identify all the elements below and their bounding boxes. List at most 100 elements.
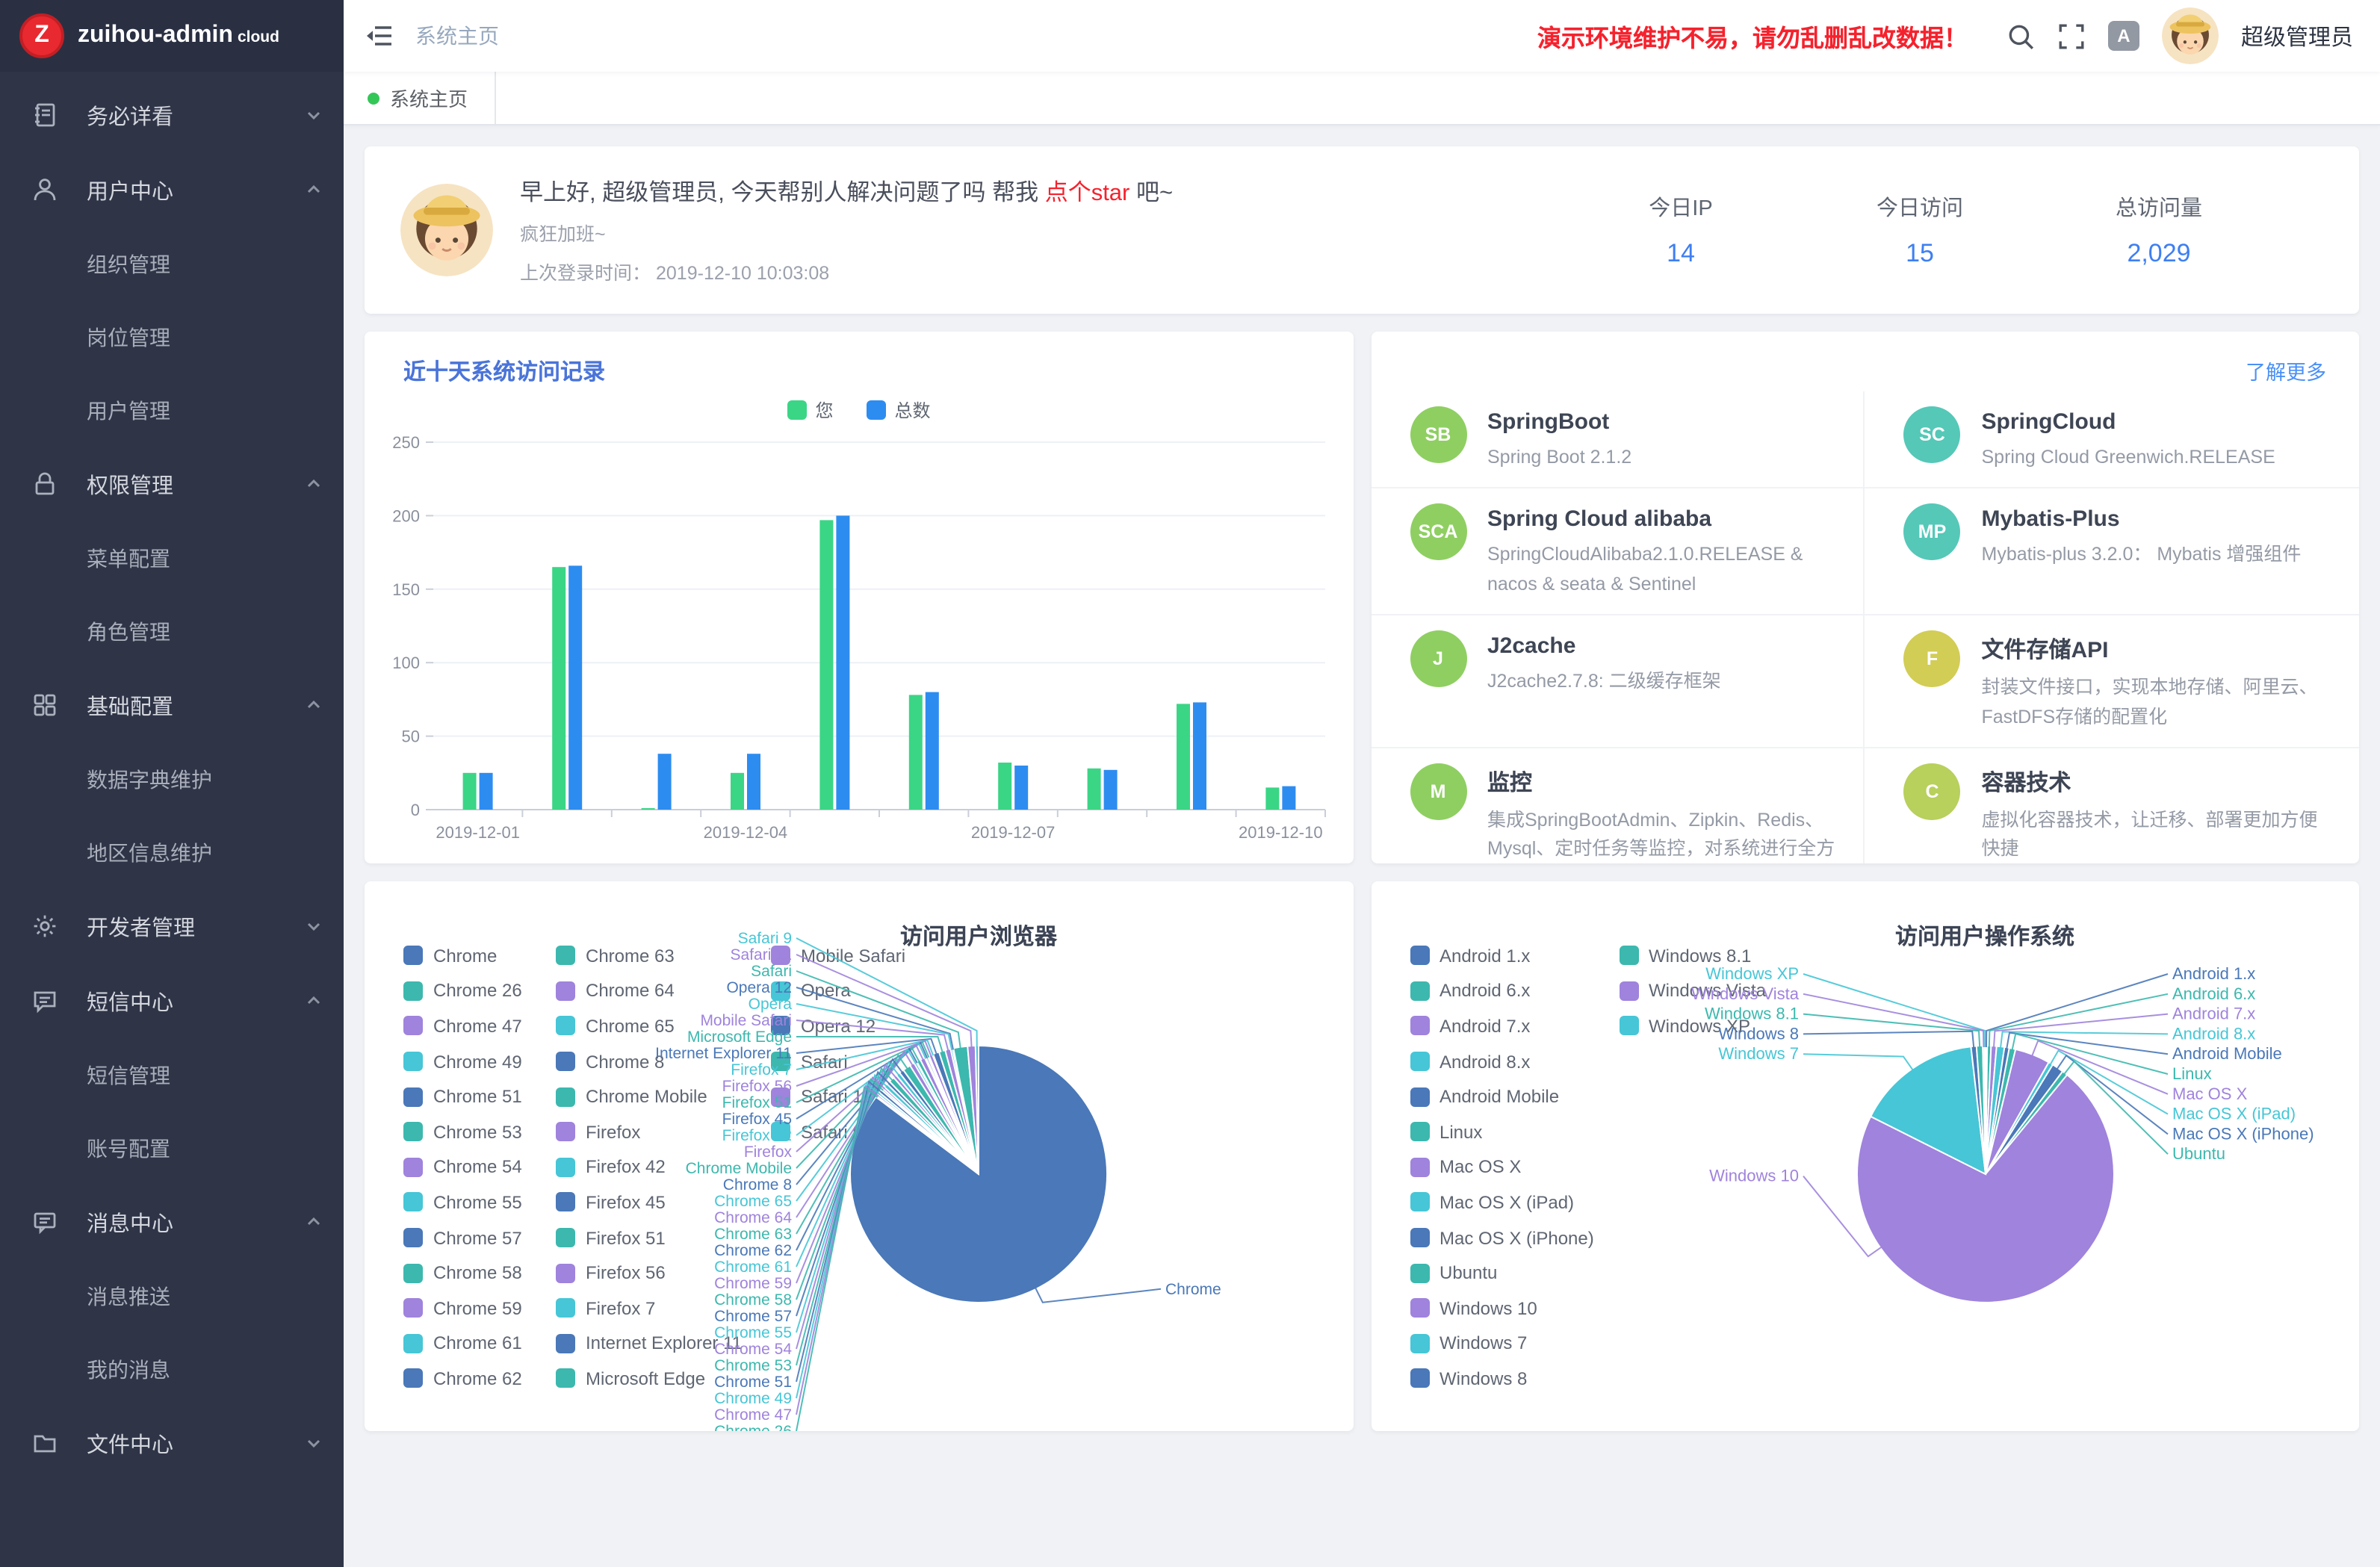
search-icon[interactable] (2006, 22, 2035, 50)
bar (1088, 769, 1101, 810)
visit-stats: 今日IP14今日访问15总访问量 2,029 (1561, 191, 2323, 269)
learn-more-link[interactable]: 了解更多 (2246, 356, 2326, 385)
svg-text:50: 50 (402, 727, 420, 746)
sidebar-subitem[interactable]: 我的消息 (0, 1332, 344, 1406)
bar (1104, 770, 1118, 810)
sidebar-item[interactable]: 开发者管理 (0, 889, 344, 964)
feature-desc: 封装文件接口，实现本地存储、阿里云、FastDFS存储的配置化 (1982, 674, 2333, 732)
sidebar-subitem[interactable]: 账号配置 (0, 1111, 344, 1185)
sidebar-item-label: 权限管理 (87, 468, 305, 500)
feature-title: 文件存储API (1982, 633, 2333, 665)
pie-label: Safari 11 (731, 946, 793, 964)
sidebar-subitem[interactable]: 用户管理 (0, 373, 344, 447)
pie-label: Firefox (744, 1144, 793, 1161)
sidebar-item-label: 短信中心 (87, 985, 305, 1017)
sidebar-item-label: 用户中心 (87, 174, 305, 205)
app-logo[interactable]: Z zuihou-admincloud (0, 0, 344, 72)
feature-badge: C (1904, 763, 1961, 820)
pie-label: Chrome 58 (714, 1291, 792, 1309)
greeting-card: 早上好, 超级管理员, 今天帮别人解决问题了吗 帮我 点个star 吧~ 疯狂加… (365, 146, 2359, 314)
font-size-icon[interactable]: A (2108, 21, 2139, 51)
sidebar-item[interactable]: 用户中心 (0, 152, 344, 227)
feature-item: SCSpringCloudSpring Cloud Greenwich.RELE… (1865, 391, 2360, 489)
feature-item: M监控集成SpringBootAdmin、Zipkin、Redis、Mysql、… (1371, 748, 1865, 863)
stat-value: 2,029 (2039, 239, 2278, 269)
sidebar-subitem[interactable]: 数据字典维护 (0, 742, 344, 816)
sidebar-subitem[interactable]: 角色管理 (0, 595, 344, 668)
sidebar-item[interactable]: 消息中心 (0, 1185, 344, 1259)
sidebar-item[interactable]: 务必详看 (0, 78, 344, 152)
sidebar-subitem[interactable]: 岗位管理 (0, 300, 344, 373)
sidebar-subitem[interactable]: 组织管理 (0, 227, 344, 300)
feature-desc: Spring Boot 2.1.2 (1487, 444, 1631, 473)
collapse-sidebar-icon[interactable] (365, 21, 394, 51)
sidebar-subitem[interactable]: 短信管理 (0, 1038, 344, 1111)
sidebar-item[interactable]: 基础配置 (0, 668, 344, 742)
visits-chart-card: 近十天系统访问记录 您总数 0501001502002502019-12-012… (365, 332, 1353, 863)
tab-system-home[interactable]: 系统主页 (368, 72, 496, 124)
feature-title: SpringCloud (1982, 409, 2275, 435)
bar (926, 692, 939, 810)
chevron-up-icon (305, 696, 323, 714)
user-avatar[interactable] (2162, 7, 2219, 64)
pie-label: Chrome Mobile (686, 1160, 792, 1177)
pie-label: Mac OS X (2172, 1085, 2247, 1103)
feature-title: 监控 (1487, 766, 1837, 798)
star-link[interactable]: 点个star (1045, 181, 1130, 206)
pie-label: Mac OS X (iPhone) (2172, 1124, 2314, 1143)
stat-label: 今日IP (1561, 191, 1800, 223)
bar (552, 567, 565, 810)
topbar-actions: A 超级管理员 (2006, 7, 2353, 64)
fullscreen-icon[interactable] (2057, 22, 2086, 50)
breadcrumb[interactable]: 系统主页 (415, 21, 499, 51)
bar (1282, 786, 1295, 810)
sidebar-item-label: 务必详看 (87, 99, 305, 131)
bar (998, 763, 1011, 810)
sidebar-item[interactable]: 权限管理 (0, 447, 344, 521)
pie-label: Android Mobile (2172, 1044, 2281, 1063)
bar (909, 695, 923, 810)
feature-title: Spring Cloud alibaba (1487, 507, 1837, 533)
chevron-up-icon (305, 181, 323, 199)
pie-label: Chrome 64 (714, 1209, 792, 1226)
sidebar-item-label: 开发者管理 (87, 910, 305, 942)
stat-item: 今日IP14 (1561, 191, 1800, 269)
feature-badge: M (1410, 763, 1466, 820)
chevron-down-icon (305, 106, 323, 124)
pie-label: Chrome 51 (714, 1374, 792, 1391)
bar (1265, 787, 1279, 810)
tab-bar: 系统主页 (344, 72, 2380, 125)
sidebar-item[interactable]: 文件中心 (0, 1406, 344, 1480)
feature-item: JJ2cacheJ2cache2.7.8: 二级缓存框架 (1371, 615, 1865, 748)
legend-item[interactable]: 总数 (867, 397, 931, 423)
demo-notice: 演示环境维护不易，请勿乱删乱改数据！ (1537, 18, 1968, 54)
pie-label: Android 8.x (2172, 1024, 2255, 1043)
pie-label: Windows XP (1705, 964, 1798, 983)
feature-badge: F (1904, 630, 1961, 687)
pie-label: Chrome 26 (714, 1423, 792, 1431)
sidebar-item[interactable]: 短信中心 (0, 964, 344, 1038)
feature-item: C容器技术虚拟化容器技术，让迁移、部署更加方便快捷 (1865, 748, 2360, 863)
feature-desc: Spring Cloud Greenwich.RELEASE (1982, 444, 2275, 473)
bar (658, 754, 672, 810)
pie-label: Chrome 8 (723, 1176, 792, 1194)
chevron-down-icon (305, 1434, 323, 1452)
current-user-name[interactable]: 超级管理员 (2241, 20, 2353, 52)
feature-desc: Mybatis-plus 3.2.0： Mybatis 增强组件 (1982, 542, 2302, 571)
svg-text:0: 0 (411, 801, 420, 819)
bar (836, 515, 849, 810)
pie-label: Firefox 51 (722, 1094, 792, 1111)
pie-label: Safari 9 (738, 930, 792, 947)
stat-label: 总访问量 (2039, 191, 2278, 223)
greeting-avatar (400, 184, 493, 276)
pie-label: Chrome 62 (714, 1242, 792, 1259)
stat-item: 今日访问15 (1800, 191, 2039, 269)
legend-item[interactable]: 您 (787, 397, 833, 423)
sidebar-subitem[interactable]: 菜单配置 (0, 521, 344, 595)
pie-label: Android 6.x (2172, 984, 2255, 1003)
sidebar-subitem[interactable]: 消息推送 (0, 1259, 344, 1332)
pie-label: Firefox 42 (722, 1127, 792, 1144)
pie-label: Windows 7 (1717, 1044, 1798, 1063)
sidebar-subitem[interactable]: 地区信息维护 (0, 816, 344, 889)
feature-desc: SpringCloudAlibaba2.1.0.RELEASE & nacos … (1487, 542, 1837, 600)
